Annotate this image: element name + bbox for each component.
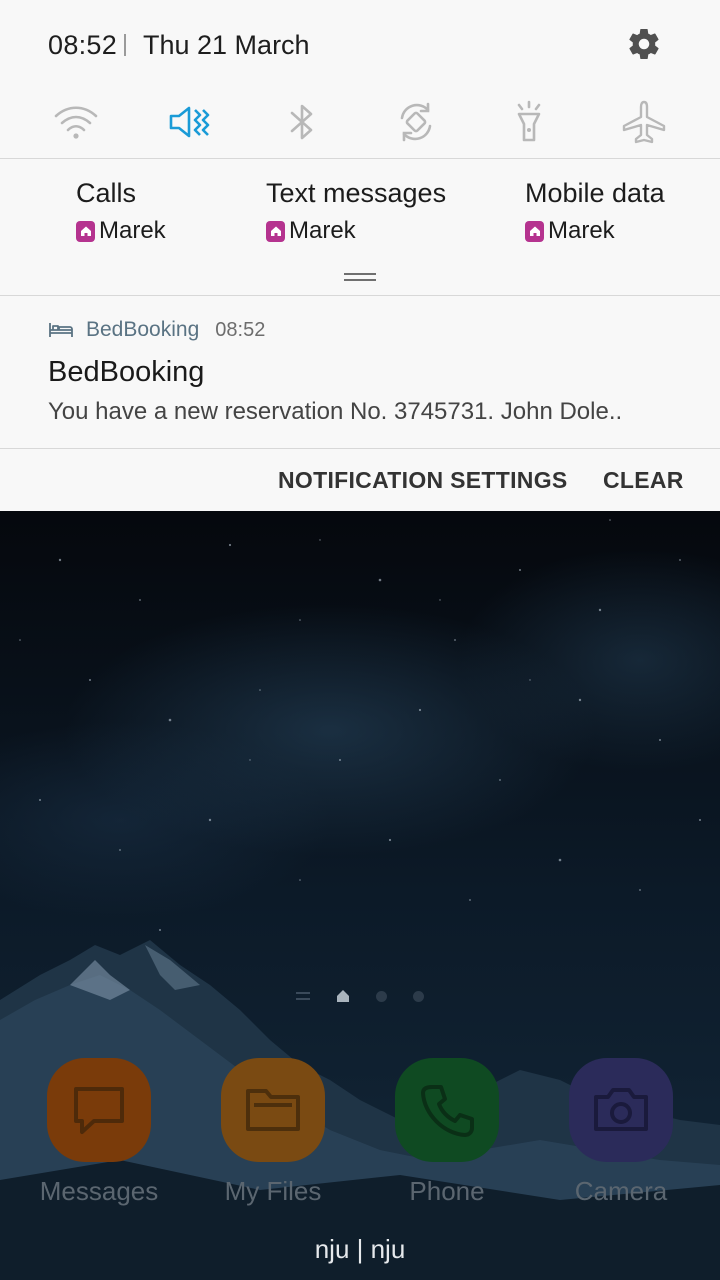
apps-page-indicator-icon[interactable] <box>296 992 310 1000</box>
wifi-icon <box>54 106 98 139</box>
messages-icon[interactable] <box>47 1058 151 1162</box>
phone-icon[interactable] <box>395 1058 499 1162</box>
sim-card-icon <box>76 220 95 242</box>
app-label: Phone <box>409 1176 485 1206</box>
divider <box>0 158 720 159</box>
page-dot[interactable] <box>413 990 424 1002</box>
auto-rotate-icon <box>400 102 432 142</box>
app-label: Camera <box>574 1176 668 1206</box>
date: Thu 21 March <box>143 30 310 60</box>
settings-button[interactable] <box>622 22 666 66</box>
folder-icon[interactable] <box>221 1058 325 1162</box>
camera-icon[interactable] <box>569 1058 673 1162</box>
quick-settings-row <box>0 96 720 146</box>
header-separator <box>124 34 126 56</box>
sim-setting-title: Text messages <box>266 178 447 208</box>
panel-drag-handle[interactable] <box>344 273 376 281</box>
sim-card-icon <box>525 220 544 242</box>
toggle-wifi[interactable] <box>50 96 102 148</box>
toggle-sound[interactable] <box>163 96 215 148</box>
mute-icon <box>169 106 210 138</box>
toggle-airplane[interactable] <box>618 96 670 148</box>
flashlight-icon <box>517 100 541 142</box>
sim-setting-mobile-data[interactable]: Mobile data Marek <box>525 178 665 245</box>
clear-button[interactable]: CLEAR <box>603 467 684 494</box>
sim-setting-text-messages[interactable]: Text messages Marek <box>266 178 446 245</box>
bed-icon <box>49 323 73 337</box>
notification-time: 08:52 <box>215 318 266 341</box>
app-phone[interactable]: Phone <box>367 1058 527 1207</box>
toggle-auto-rotate[interactable] <box>390 96 442 148</box>
notification-settings-button[interactable]: NOTIFICATION SETTINGS <box>278 467 568 494</box>
notification-card[interactable]: BedBooking 08:52 BedBooking You have a n… <box>0 296 720 448</box>
sim-setting-title: Mobile data <box>525 178 665 208</box>
app-messages[interactable]: Messages <box>19 1058 179 1207</box>
sim-setting-title: Calls <box>76 178 137 208</box>
page-dot[interactable] <box>376 990 387 1002</box>
notification-title: BedBooking <box>48 356 205 388</box>
airplane-mode-icon <box>622 100 666 144</box>
bluetooth-icon <box>290 104 313 140</box>
notification-panel: 08:52 Thu 21 March Calls Marek Text mess… <box>0 0 720 511</box>
app-my-files[interactable]: My Files <box>193 1058 353 1207</box>
clock: 08:52 <box>48 30 118 60</box>
app-label: My Files <box>224 1176 322 1206</box>
notification-text: You have a new reservation No. 3745731. … <box>48 398 623 425</box>
sim-card-icon <box>266 220 285 242</box>
home-page-indicator-icon[interactable] <box>336 989 350 1003</box>
app-camera[interactable]: Camera <box>541 1058 701 1207</box>
carrier-label: nju | nju <box>314 1234 406 1264</box>
toggle-bluetooth[interactable] <box>276 96 328 148</box>
sim-name: Marek <box>99 217 166 244</box>
notification-app-name: BedBooking <box>86 318 200 341</box>
home-page-indicator <box>0 986 720 1006</box>
app-dock: Messages My Files Phone Camera <box>0 1058 720 1207</box>
notification-actions: NOTIFICATION SETTINGS CLEAR <box>0 449 720 511</box>
sim-name: Marek <box>289 217 356 244</box>
sim-name: Marek <box>548 217 615 244</box>
toggle-flashlight[interactable] <box>503 96 555 148</box>
panel-header: 08:52 Thu 21 March <box>0 0 720 90</box>
gear-icon <box>629 29 659 60</box>
sim-setting-calls[interactable]: Calls Marek <box>76 178 166 245</box>
app-label: Messages <box>39 1176 159 1206</box>
